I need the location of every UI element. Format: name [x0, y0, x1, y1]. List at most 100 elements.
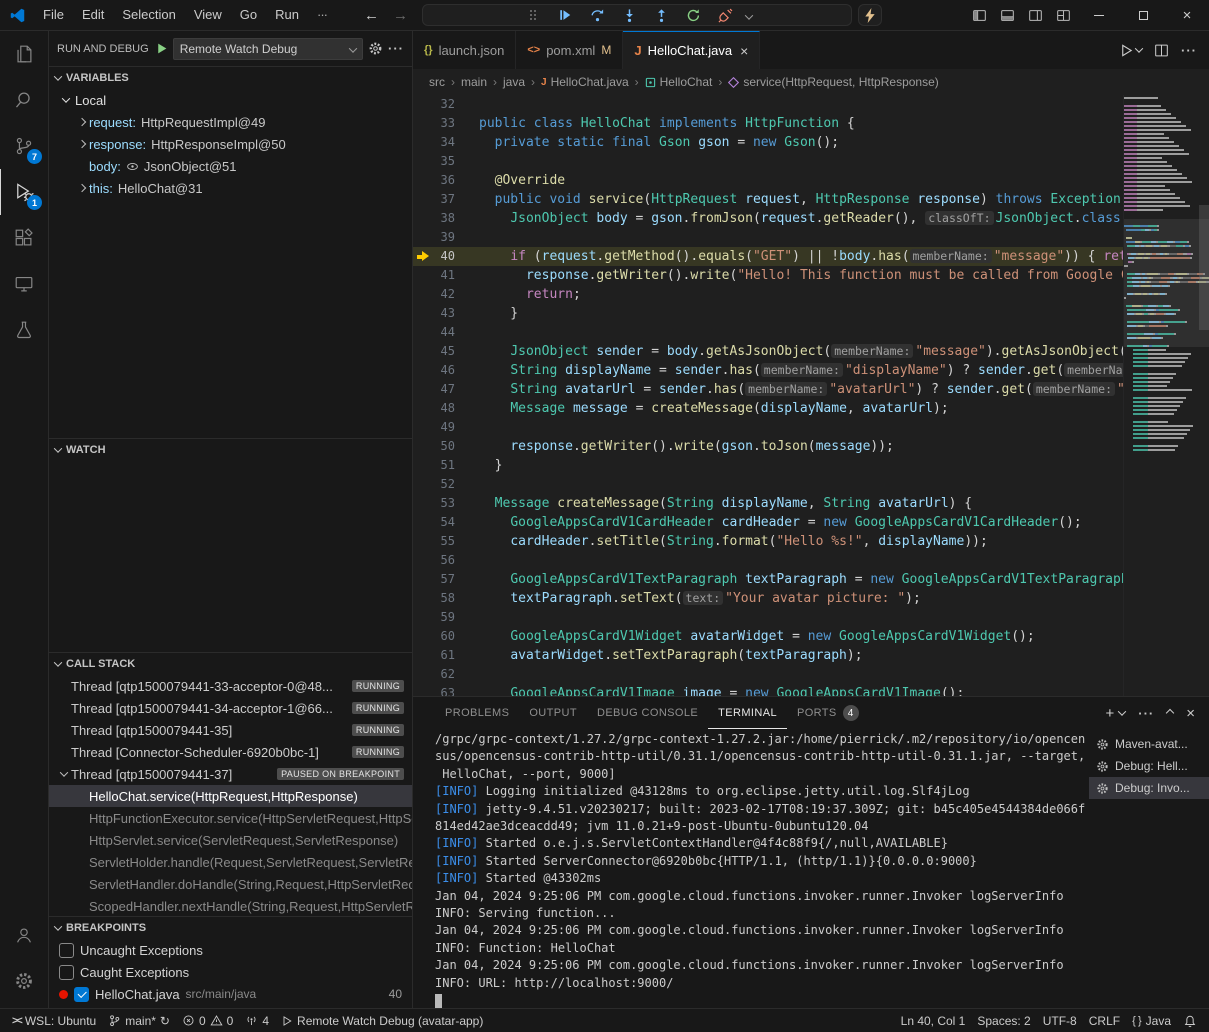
- code-line[interactable]: 39: [413, 228, 1123, 247]
- stack-frame-row[interactable]: HelloChat.service(HttpRequest,HttpRespon…: [49, 785, 412, 807]
- code-line[interactable]: 33public class HelloChat implements Http…: [413, 114, 1123, 133]
- source-control-icon[interactable]: 7: [0, 123, 48, 169]
- breakpoints-header[interactable]: BREAKPOINTS: [49, 917, 412, 939]
- debug-step-out-button[interactable]: [650, 5, 672, 25]
- code-line[interactable]: 47 String avatarUrl = sender.has(memberN…: [413, 380, 1123, 399]
- window-close-button[interactable]: ×: [1165, 0, 1209, 30]
- code-line[interactable]: 43 }: [413, 304, 1123, 323]
- stack-frame-row[interactable]: ServletHandler.doHandle(String,Request,H…: [49, 873, 412, 895]
- breadcrumb-item[interactable]: JHelloChat.java: [541, 75, 629, 89]
- code-line[interactable]: 58 textParagraph.setText(text:"Your avat…: [413, 589, 1123, 608]
- code-line[interactable]: 35: [413, 152, 1123, 171]
- code-line[interactable]: 42 return;: [413, 285, 1123, 304]
- code-line[interactable]: 38 JsonObject body = gson.fromJson(reque…: [413, 209, 1123, 228]
- variables-header[interactable]: VARIABLES: [49, 67, 412, 89]
- lazy-eval-eye-icon[interactable]: [126, 160, 139, 173]
- panel-tab-problems[interactable]: PROBLEMS: [435, 697, 519, 729]
- run-and-debug-icon[interactable]: 1: [0, 169, 48, 215]
- callstack-thread-row[interactable]: Thread [qtp1500079441-37]PAUSED ON BREAK…: [49, 763, 412, 785]
- code-line[interactable]: 57 GoogleAppsCardV1TextParagraph textPar…: [413, 570, 1123, 589]
- panel-tab-debug-console[interactable]: DEBUG CONSOLE: [587, 697, 708, 729]
- nav-back-icon[interactable]: ←: [364, 7, 379, 24]
- code-line[interactable]: 54 GoogleAppsCardV1CardHeader cardHeader…: [413, 513, 1123, 532]
- call-stack-header[interactable]: CALL STACK: [49, 653, 412, 675]
- command-center[interactable]: [422, 4, 852, 26]
- code-line[interactable]: 41 response.getWriter().write("Hello! Th…: [413, 266, 1123, 285]
- editor-tab-launch.json[interactable]: {}launch.json: [413, 31, 516, 69]
- encoding-status[interactable]: UTF-8: [1037, 1009, 1083, 1032]
- split-editor-icon[interactable]: [1154, 43, 1169, 58]
- code-line[interactable]: 46 String displayName = sender.has(membe…: [413, 361, 1123, 380]
- new-terminal-button[interactable]: +: [1105, 705, 1125, 722]
- terminal-output[interactable]: /grpc/grpc-context/1.27.2/grpc-context-1…: [413, 731, 1087, 1008]
- views-more-actions-icon[interactable]: ···: [388, 41, 404, 56]
- code-line[interactable]: 37 public void service(HttpRequest reque…: [413, 190, 1123, 209]
- breakpoint-checkbox[interactable]: [59, 965, 74, 980]
- stack-frame-row[interactable]: HttpServlet.service(ServletRequest,Servl…: [49, 829, 412, 851]
- ports-status[interactable]: 4: [239, 1009, 275, 1032]
- debug-continue-button[interactable]: [554, 5, 576, 25]
- menu-selection[interactable]: Selection: [113, 0, 184, 30]
- debug-step-into-button[interactable]: [618, 5, 640, 25]
- panel-more-actions-icon[interactable]: ···: [1138, 706, 1154, 721]
- remote-explorer-icon[interactable]: [0, 261, 48, 307]
- start-debugging-button[interactable]: [155, 42, 168, 55]
- code-line[interactable]: 36 @Override: [413, 171, 1123, 190]
- window-minimize-button[interactable]: [1077, 0, 1121, 30]
- variable-row[interactable]: response:HttpResponseImpl@50: [49, 133, 412, 155]
- code-line[interactable]: 62: [413, 665, 1123, 684]
- customize-layout-icon[interactable]: [1049, 0, 1077, 30]
- code-line[interactable]: 49: [413, 418, 1123, 437]
- launch-configuration-dropdown[interactable]: Remote Watch Debug: [173, 38, 363, 60]
- settings-gear-icon[interactable]: [0, 958, 48, 1004]
- editor-more-actions-icon[interactable]: ···: [1181, 43, 1197, 58]
- cursor-position[interactable]: Ln 40, Col 1: [895, 1009, 972, 1032]
- code-editor[interactable]: 3233public class HelloChat implements Ht…: [413, 95, 1209, 696]
- code-line[interactable]: 48 Message message = createMessage(displ…: [413, 399, 1123, 418]
- code-line[interactable]: 60 GoogleAppsCardV1Widget avatarWidget =…: [413, 627, 1123, 646]
- breakpoint-checkbox[interactable]: [74, 987, 89, 1002]
- toggle-panel-icon[interactable]: [993, 0, 1021, 30]
- menu-go[interactable]: Go: [231, 0, 266, 30]
- code-line[interactable]: 45 JsonObject sender = body.getAsJsonObj…: [413, 342, 1123, 361]
- terminal-list-item[interactable]: Debug: Invo...: [1089, 777, 1209, 799]
- code-line[interactable]: 51 }: [413, 456, 1123, 475]
- variable-row[interactable]: request:HttpRequestImpl@49: [49, 111, 412, 133]
- extensions-icon[interactable]: [0, 215, 48, 261]
- breakpoint-row[interactable]: Uncaught Exceptions: [49, 939, 412, 961]
- menu-file[interactable]: File: [34, 0, 73, 30]
- remote-indicator[interactable]: >< WSL: Ubuntu: [6, 1009, 102, 1032]
- terminal-list-item[interactable]: Debug: Hell...: [1089, 755, 1209, 777]
- breakpoint-row[interactable]: Caught Exceptions: [49, 961, 412, 983]
- close-icon[interactable]: ×: [740, 43, 748, 59]
- search-icon[interactable]: [0, 77, 48, 123]
- code-line[interactable]: 55 cardHeader.setTitle(String.format("He…: [413, 532, 1123, 551]
- menu-view[interactable]: View: [185, 0, 231, 30]
- maximize-panel-icon[interactable]: [1167, 710, 1173, 716]
- debug-disconnect-button[interactable]: [714, 5, 736, 25]
- close-panel-icon[interactable]: ×: [1186, 705, 1195, 722]
- notifications-bell-icon[interactable]: [1177, 1009, 1203, 1032]
- breakpoint-checkbox[interactable]: [59, 943, 74, 958]
- breadcrumb-item[interactable]: main: [461, 75, 487, 89]
- callstack-thread-row[interactable]: Thread [Connector-Scheduler-6920b0bc-1]R…: [49, 741, 412, 763]
- git-branch-status[interactable]: main* ↻: [102, 1009, 176, 1032]
- variable-row[interactable]: body:JsonObject@51: [49, 155, 412, 177]
- editor-tab-pom.xml[interactable]: <>pom.xmlM: [516, 31, 623, 69]
- variable-row[interactable]: this:HelloChat@31: [49, 177, 412, 199]
- debug-toolbar-grip-icon[interactable]: [522, 5, 544, 25]
- code-line[interactable]: 56: [413, 551, 1123, 570]
- run-java-button[interactable]: [1119, 43, 1142, 58]
- code-line[interactable]: 32: [413, 95, 1123, 114]
- code-line[interactable]: 53 Message createMessage(String displayN…: [413, 494, 1123, 513]
- debug-session-status[interactable]: Remote Watch Debug (avatar-app): [275, 1009, 489, 1032]
- debug-disconnect-dropdown-icon[interactable]: [746, 8, 752, 23]
- breadcrumb-item[interactable]: java: [503, 75, 525, 89]
- code-line[interactable]: 61 avatarWidget.setTextParagraph(textPar…: [413, 646, 1123, 665]
- code-line[interactable]: 40 if (request.getMethod().equals("GET")…: [413, 247, 1123, 266]
- testing-icon[interactable]: [0, 307, 48, 353]
- hot-code-replace-button[interactable]: [858, 4, 882, 26]
- code-line[interactable]: 63 GoogleAppsCardV1Image image = new Goo…: [413, 684, 1123, 696]
- callstack-thread-row[interactable]: Thread [qtp1500079441-33-acceptor-0@48..…: [49, 675, 412, 697]
- debug-step-over-button[interactable]: [586, 5, 608, 25]
